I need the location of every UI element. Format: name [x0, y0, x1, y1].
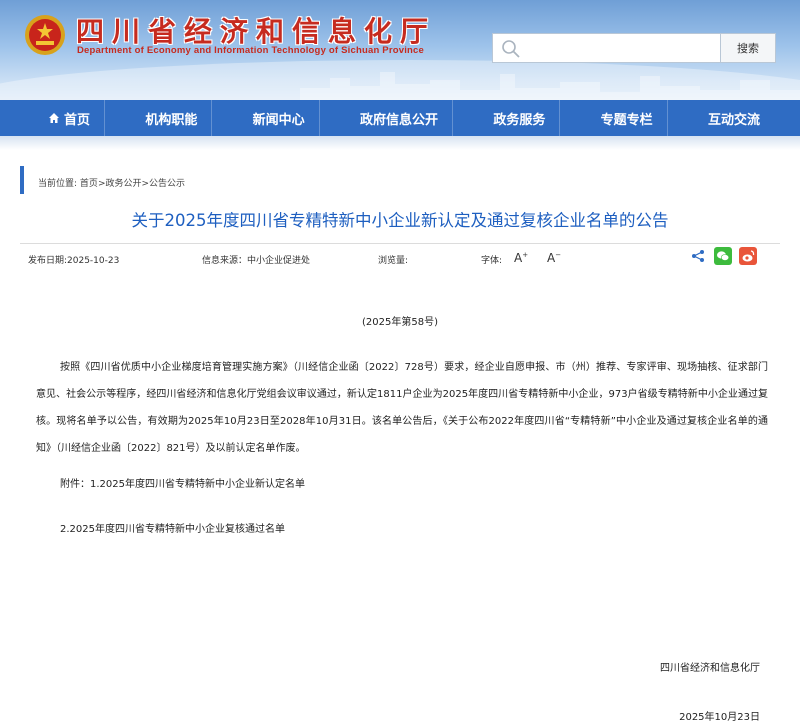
nav-item-gov-info[interactable]: 政府信息公开 — [346, 100, 453, 136]
search-button[interactable]: 搜索 — [720, 33, 776, 63]
view-count: 浏览量: — [378, 256, 409, 266]
nav-item-news[interactable]: 新闻中心 — [239, 100, 320, 136]
font-size-label: 字体: — [481, 256, 503, 266]
breadcrumb-prefix: 当前位置: — [38, 179, 78, 189]
article-paragraph: 按照《四川省优质中小企业梯度培育管理实施方案》（川经信企业函〔2022〕728号… — [36, 362, 768, 454]
breadcrumb-separator: > — [141, 179, 150, 189]
nav-item-label: 首页 — [64, 112, 91, 128]
nav-item-home[interactable]: 首页 — [34, 100, 106, 136]
nav-item-topics[interactable]: 专题专栏 — [587, 100, 668, 136]
main-nav: 首页 机构职能 新闻中心 政府信息公开 政务服务 专题专栏 互动交流 — [0, 100, 800, 136]
share-icon[interactable] — [691, 249, 705, 263]
nav-item-label: 政府信息公开 — [359, 112, 438, 128]
site-subtitle: Department of Economy and Information Te… — [77, 45, 425, 56]
weibo-icon[interactable] — [739, 247, 757, 265]
nav-item-label: 互动交流 — [707, 112, 760, 128]
document-number: (2025年第58号) — [362, 317, 438, 328]
breadcrumb-gov-open[interactable]: 政务公开 — [105, 179, 141, 189]
nav-item-label: 新闻中心 — [252, 112, 305, 128]
font-decrease-button[interactable]: A− — [547, 251, 561, 265]
wechat-icon[interactable] — [714, 247, 732, 265]
nav-item-label: 机构职能 — [145, 112, 198, 128]
home-icon — [49, 113, 59, 123]
site-title: 四川省经济和信息化厅 — [76, 15, 437, 48]
font-decrease-glyph: A — [547, 251, 556, 265]
publish-date: 发布日期:2025-10-23 — [28, 256, 120, 266]
nav-item-organization[interactable]: 机构职能 — [131, 100, 213, 136]
attachment-link-1[interactable]: 附件：1.2025年度四川省专精特新中小企业新认定名单 — [60, 475, 305, 490]
breadcrumb: 当前位置: 首页>政务公开>公告公示 — [38, 176, 185, 189]
info-source: 信息来源：中小企业促进处 — [202, 256, 311, 266]
breadcrumb-notices[interactable]: 公告公示 — [149, 179, 185, 189]
nav-item-interaction[interactable]: 互动交流 — [694, 100, 774, 136]
skyline-decoration — [300, 72, 800, 100]
nav-item-label: 政务服务 — [493, 112, 546, 128]
nav-item-services[interactable]: 政务服务 — [479, 100, 561, 136]
signing-organization: 四川省经济和信息化厅 — [660, 663, 760, 674]
breadcrumb-accent-bar — [20, 166, 24, 194]
nav-item-label: 专题专栏 — [600, 112, 653, 128]
breadcrumb-home[interactable]: 首页 — [80, 179, 98, 189]
page-title: 关于2025年度四川省专精特新中小企业新认定及通过复核企业名单的公告 — [131, 211, 669, 230]
nav-shadow — [0, 136, 800, 150]
national-emblem-icon — [25, 15, 65, 55]
search-icon — [502, 40, 520, 58]
attachment-link-2[interactable]: 2.2025年度四川省专精特新中小企业复核通过名单 — [60, 520, 285, 535]
search-input[interactable] — [525, 37, 715, 59]
title-divider — [20, 243, 780, 244]
font-increase-glyph: A — [514, 251, 523, 265]
font-increase-button[interactable]: A+ — [514, 251, 528, 265]
search-box[interactable] — [492, 33, 722, 63]
signing-date: 2025年10月23日 — [679, 712, 760, 722]
